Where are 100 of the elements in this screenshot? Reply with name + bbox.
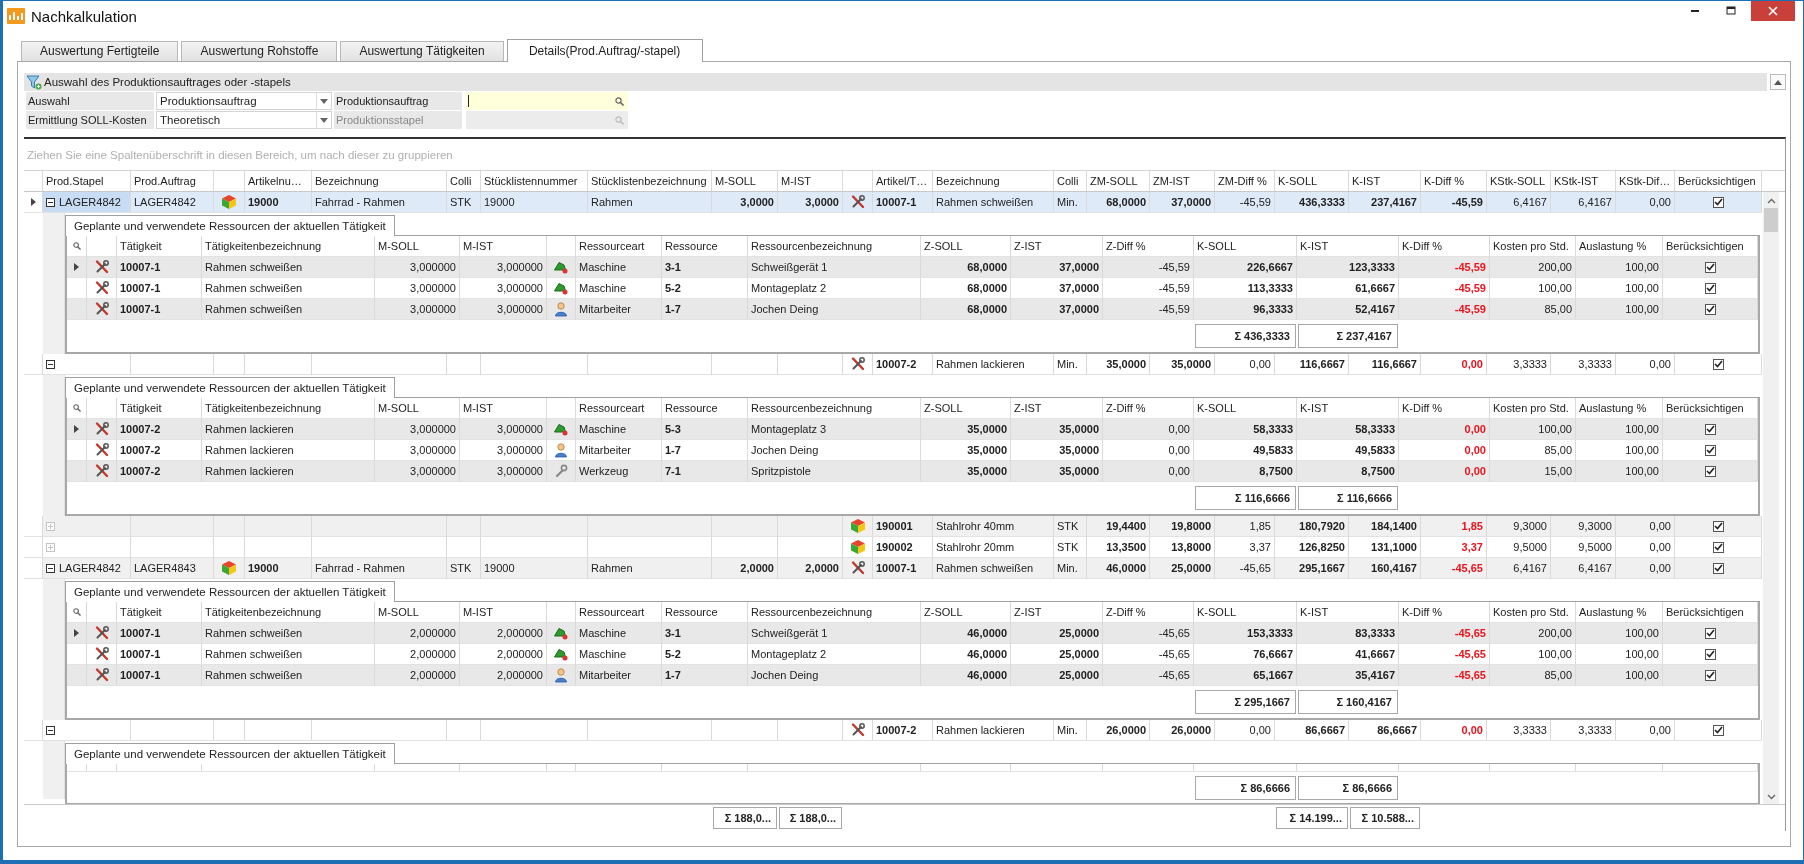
grid-row[interactable]: 10007-1 Rahmen schweißen 2,000000 2,000000 Mitarbeiter 1-7 Jochen Deing 46,0000 25,0000 -45,65 65,1667 35,4167 -45,65 85,00 100,00: [67, 665, 1758, 686]
row-indent: [43, 741, 65, 799]
table-cell: 3,000000: [460, 419, 547, 440]
checkbox[interactable]: [1704, 261, 1716, 273]
table-cell: 0,00: [1421, 354, 1487, 375]
checkbox[interactable]: [1712, 196, 1724, 208]
collapse-button[interactable]: [1770, 74, 1786, 90]
dropdown[interactable]: Produktionsauftrag: [156, 92, 332, 110]
column-header[interactable]: Artikel/T…: [873, 171, 933, 191]
column-header[interactable]: K-SOLL: [1275, 171, 1349, 191]
tab[interactable]: Geplante und verwendete Ressourcen der aktuellen Tätigkeit: [65, 581, 395, 602]
row-indicator[interactable]: [67, 623, 87, 644]
table-cell: 35,0000: [921, 419, 1011, 440]
search-icon[interactable]: [72, 608, 81, 616]
checkbox[interactable]: [1712, 541, 1724, 553]
checkbox[interactable]: [1704, 669, 1716, 681]
grid-row[interactable]: 10007-2 Rahmen lackieren 3,000000 3,000000 Maschine 5-3 Montageplatz 3 35,0000 35,0000 0,00 58,3333 58,3333 0,00 100,00 100,00: [67, 419, 1758, 440]
checkbox[interactable]: [1712, 358, 1724, 370]
table-cell: 100,00: [1576, 461, 1663, 482]
grid-row[interactable]: 190001 Stahlrohr 40mm STK 19,4400 19,8000 1,85 180,7920 184,1400 1,85 9,3000 9,3000 0,00: [24, 516, 1762, 537]
tab[interactable]: Geplante und verwendete Ressourcen der aktuellen Tätigkeit: [65, 743, 395, 764]
column-header[interactable]: Bezeichnung: [933, 171, 1054, 191]
row-indicator[interactable]: [24, 192, 43, 213]
scrollbar-thumb[interactable]: [1764, 208, 1778, 232]
table-cell: Schweißgerät 1: [748, 257, 921, 278]
column-header[interactable]: Prod.Auftrag: [131, 171, 214, 191]
grid-row[interactable]: 10007-1 Rahmen schweißen 2,000000 2,000000 Maschine 3-1 Schweißgerät 1 46,0000 25,0000 -45,65 153,3333 83,3333 -45,65 200,00 100,00: [67, 623, 1758, 644]
search-icon[interactable]: [72, 404, 81, 412]
checkmark-icon: [1713, 522, 1723, 530]
tab[interactable]: Geplante und verwendete Ressourcen der aktuellen Tätigkeit: [65, 215, 395, 236]
table-cell: Rahmen schweißen: [202, 665, 375, 686]
expand-toggle[interactable]: [46, 197, 55, 207]
checkbox[interactable]: [1704, 465, 1716, 477]
table-cell: 9,3000: [1487, 516, 1551, 537]
grid-row[interactable]: 10007-1 Rahmen schweißen 3,000000 3,000000 Maschine 3-1 Schweißgerät 1 68,0000 37,0000 -45,59 226,6667 123,3333 -45,59 200,00 100,00: [67, 257, 1758, 278]
checkbox[interactable]: [1704, 444, 1716, 456]
table-cell: 0,00: [1616, 354, 1675, 375]
column-header[interactable]: ZM-IST: [1150, 171, 1215, 191]
expand-toggle[interactable]: [46, 359, 55, 369]
table-cell: 295,1667: [1275, 558, 1349, 579]
checkbox[interactable]: [1704, 648, 1716, 660]
sum-field: Σ 237,4167: [1298, 323, 1398, 348]
column-header[interactable]: Stücklistenbezeichnung: [588, 171, 712, 191]
scroll-down-icon[interactable]: [1766, 794, 1776, 800]
table-cell: 3,000000: [375, 461, 460, 482]
expand-toggle[interactable]: [46, 725, 55, 735]
table-cell: LAGER4843: [131, 558, 214, 579]
dropdown[interactable]: Theoretisch: [156, 111, 332, 129]
checkmark-icon: [1705, 467, 1715, 475]
checkbox[interactable]: [1712, 724, 1724, 736]
column-header[interactable]: KStk-Dif…: [1616, 171, 1675, 191]
row-indicator[interactable]: [67, 419, 87, 440]
column-header[interactable]: Stücklistennummer: [481, 171, 588, 191]
tab[interactable]: Auswertung Tätigkeiten: [340, 41, 504, 61]
table-cell: STK: [447, 558, 481, 579]
column-header[interactable]: KStk-IST: [1551, 171, 1616, 191]
scroll-up-icon[interactable]: [1766, 198, 1776, 204]
grid-row[interactable]: 10007-1 Rahmen schweißen 3,000000 3,000000 Mitarbeiter 1-7 Jochen Deing 68,0000 37,0000 -45,59 96,3333 52,4167 -45,59 85,00 100,00: [67, 299, 1758, 320]
row-indicator[interactable]: [67, 257, 87, 278]
tab[interactable]: Auswertung Rohstoffe: [181, 41, 338, 61]
column-header[interactable]: M-SOLL: [712, 171, 778, 191]
table-cell: 37,0000: [1150, 192, 1215, 213]
grid-row[interactable]: LAGER4842 LAGER4842 19000 Fahrrad - Rahmen STK 19000 Rahmen 3,0000 3,0000 10007-1 Rahmen schweißen Min. 68,0000 37,0000 -45,59 436,3333 237,4167 -45,59 6,4167 6,4167 0,00: [24, 192, 1762, 213]
expand-toggle[interactable]: [46, 563, 55, 573]
column-header[interactable]: ZM-Diff %: [1215, 171, 1275, 191]
checkbox[interactable]: [1704, 627, 1716, 639]
tab[interactable]: Details(Prod.Auftrag/-stapel): [506, 39, 703, 62]
checkbox[interactable]: [1704, 282, 1716, 294]
column-header[interactable]: Berücksichtigen: [1675, 171, 1762, 191]
tools-icon: [93, 259, 110, 275]
tab[interactable]: Auswertung Fertigteile: [21, 41, 179, 61]
grid-row[interactable]: LAGER4842 LAGER4843 19000 Fahrrad - Rahmen STK 19000 Rahmen 2,0000 2,0000 10007-1 Rahmen schweißen Min. 46,0000 25,0000 -45,65 295,1667 160,4167 -45,65 6,4167 6,4167 0,00: [24, 558, 1762, 579]
table-cell: Spritzpistole: [748, 461, 921, 482]
minimize-icon: [1691, 10, 1699, 12]
grid-row[interactable]: 10007-2 Rahmen lackieren Min. 35,0000 35,0000 0,00 116,6667 116,6667 0,00 3,3333 3,3333 0,00: [24, 354, 1762, 375]
grid-row[interactable]: 10007-2 Rahmen lackieren Min. 26,0000 26,0000 0,00 86,6667 86,6667 0,00 3,3333 3,3333 0,00: [24, 720, 1762, 741]
column-header[interactable]: Bezeichnung: [312, 171, 447, 191]
checkbox[interactable]: [1704, 303, 1716, 315]
lookup-field[interactable]: [466, 92, 628, 110]
tab[interactable]: Geplante und verwendete Ressourcen der aktuellen Tätigkeit: [65, 377, 395, 398]
column-header[interactable]: Colli: [1054, 171, 1087, 191]
checkbox[interactable]: [1712, 520, 1724, 532]
checkbox[interactable]: [1712, 562, 1724, 574]
table-cell: 8,7500: [1194, 461, 1297, 482]
table-cell: Mitarbeiter: [576, 665, 662, 686]
column-header[interactable]: K-Diff %: [1421, 171, 1487, 191]
column-header[interactable]: K-IST: [1349, 171, 1421, 191]
column-header[interactable]: Prod.Stapel: [43, 171, 131, 191]
table-cell: 19000: [481, 192, 588, 213]
scrollbar[interactable]: [1763, 192, 1779, 804]
search-icon[interactable]: [72, 242, 81, 250]
checkbox[interactable]: [1704, 423, 1716, 435]
table-cell: 2,0000: [712, 558, 778, 579]
column-header[interactable]: Colli: [447, 171, 481, 191]
column-header[interactable]: M-IST: [778, 171, 843, 191]
table-cell: 10007-2: [873, 720, 933, 741]
column-header[interactable]: KStk-SOLL: [1487, 171, 1551, 191]
column-header[interactable]: Artikelnu…: [245, 171, 312, 191]
grid-row[interactable]: 10007-2 Rahmen lackieren 3,000000 3,000000 Werkzeug 7-1 Spritzpistole 35,0000 35,0000 0,00 8,7500 8,7500 0,00 15,00 100,00: [67, 461, 1758, 482]
column-header[interactable]: ZM-SOLL: [1087, 171, 1150, 191]
